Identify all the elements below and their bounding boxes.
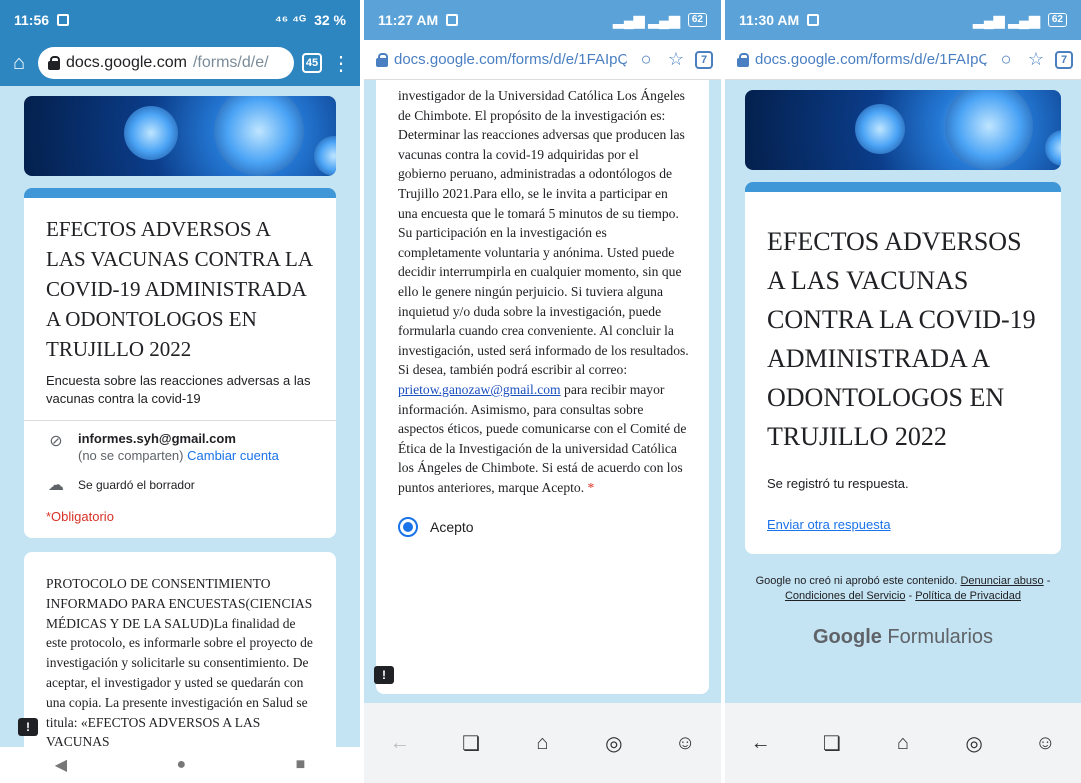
status-bar: 11:30 AM ▂▄▆ ▂▄▆ 62 — [725, 0, 1081, 40]
address-field[interactable]: docs.google.com/forms/d/e/1FAIpQLS — [372, 45, 627, 74]
nav-home-icon[interactable]: ● — [176, 756, 186, 774]
url-host: docs.google.com — [66, 54, 187, 71]
browser-bottom-nav: ← ❏ ⌂ ◎ ☺ — [725, 703, 1081, 783]
switch-account-link[interactable]: Cambiar cuenta — [187, 448, 279, 463]
battery-level: 62 — [1047, 13, 1067, 27]
back-icon[interactable]: ← — [746, 732, 776, 755]
status-time: 11:30 AM — [739, 12, 800, 28]
tab-count-button[interactable]: 45 — [302, 53, 322, 73]
account-row: ⊘ informes.syh@gmail.com (no se comparte… — [24, 421, 336, 463]
consent-card: investigador de la Universidad Católica … — [376, 80, 709, 694]
profile-icon[interactable]: ☺ — [670, 732, 700, 755]
send-another-link[interactable]: Enviar otra respuesta — [767, 517, 891, 532]
panel-form-start: 11:56 ⁴⁶ ⁴ᴳ 32 % ⌂ docs.google.com/forms/… — [0, 0, 360, 783]
form-header-image — [24, 96, 336, 176]
browser-bottom-nav: ← ❏ ⌂ ◎ ☺ — [364, 703, 721, 783]
address-field[interactable]: docs.google.com/forms/d/e/1FAIpQLS — [733, 45, 987, 74]
url-bar: ⌂ docs.google.com/forms/d/e/ 45 ⋮ — [0, 40, 360, 86]
tab-count-button[interactable]: 7 — [695, 50, 713, 69]
report-abuse-link[interactable]: Denunciar abuso — [960, 575, 1043, 587]
home-icon[interactable]: ⌂ — [8, 52, 30, 75]
form-title: EFECTOS ADVERSOS A LAS VACUNAS CONTRA LA… — [46, 217, 312, 361]
eye-off-icon: ⊘ — [49, 433, 63, 450]
notification-icon — [807, 14, 820, 26]
researcher-email-link[interactable]: prietow.ganozaw@gmail.com — [398, 382, 561, 397]
feedback-icon[interactable]: ! — [374, 666, 394, 684]
menu-dots-icon[interactable]: ⋮ — [330, 51, 352, 76]
battery-level: 32 % — [314, 12, 346, 28]
status-bar: 11:56 ⁴⁶ ⁴ᴳ 32 % — [0, 0, 360, 40]
status-time: 11:27 AM — [378, 12, 439, 28]
forms-footer: Google no creó ni aprobó este contenido.… — [755, 575, 1051, 602]
profile-icon[interactable]: ☺ — [1030, 732, 1060, 755]
notification-icon — [57, 14, 70, 26]
form-title: EFECTOS ADVERSOS A LAS VACUNAS CONTRA LA… — [767, 227, 1036, 451]
status-extra: ⁴⁶ ⁴ᴳ — [274, 12, 307, 28]
draft-row: ☁ Se guardó el borrador — [24, 463, 336, 495]
lock-icon — [48, 56, 60, 70]
required-note: *Obligatorio — [46, 509, 114, 524]
form-description: Encuesta sobre las reacciones adversas a… — [46, 373, 311, 406]
response-saved-text: Se registró tu respuesta. — [767, 476, 909, 491]
url-bar: docs.google.com/forms/d/e/1FAIpQLS ○ ☆ 7 — [364, 40, 721, 80]
panel-confirmation: 11:30 AM ▂▄▆ ▂▄▆ 62 docs.google.com/forms… — [725, 0, 1081, 783]
google-forms-logo: Google Formularios — [725, 626, 1081, 649]
form-title-card: EFECTOS ADVERSOS A LAS VACUNAS CONTRA LA… — [24, 188, 336, 538]
consent-body: investigador de la Universidad Católica … — [398, 88, 689, 378]
game-icon[interactable]: ◎ — [599, 731, 629, 756]
required-asterisk: * — [584, 479, 595, 495]
star-icon[interactable]: ☆ — [665, 49, 687, 70]
url-text: docs.google.com/forms/d/e/1FAIpQLS — [394, 51, 627, 68]
system-nav: ◀ ● ■ — [0, 747, 360, 783]
privacy-link[interactable]: Política de Privacidad — [915, 590, 1021, 602]
brand-google: Google — [812, 626, 882, 648]
consent-text: PROTOCOLO DE CONSENTIMIENTO INFORMADO PA… — [46, 576, 313, 750]
battery-level: 62 — [687, 13, 707, 27]
account-email: informes.syh@gmail.com — [78, 431, 236, 446]
status-bar: 11:27 AM ▂▄▆ ▂▄▆ 62 — [364, 0, 721, 40]
feedback-icon[interactable]: ! — [18, 718, 38, 736]
lock-icon — [737, 52, 749, 67]
confirmation-card: EFECTOS ADVERSOS A LAS VACUNAS CONTRA LA… — [745, 182, 1061, 554]
reload-icon[interactable]: ○ — [635, 49, 657, 70]
form-header-image — [745, 90, 1061, 170]
game-icon[interactable]: ◎ — [959, 731, 989, 756]
signal-icon: ▂▄▆ ▂▄▆ — [973, 11, 1040, 28]
option-label: Acepto — [430, 519, 474, 536]
not-shared-note: (no se comparten) — [78, 448, 184, 463]
status-time: 11:56 — [14, 12, 50, 28]
reload-icon[interactable]: ○ — [995, 49, 1017, 70]
brand-forms: Formularios — [881, 626, 994, 648]
radio-selected-icon[interactable] — [398, 517, 418, 538]
book-icon[interactable]: ❏ — [456, 731, 486, 756]
nav-back-icon[interactable]: ◀ — [55, 755, 67, 775]
back-icon[interactable]: ← — [385, 732, 415, 755]
url-text: docs.google.com/forms/d/e/1FAIpQLS — [755, 51, 987, 68]
draft-saved-text: Se guardó el borrador — [78, 478, 195, 492]
panel-consent: 11:27 AM ▂▄▆ ▂▄▆ 62 docs.google.com/forms… — [364, 0, 721, 783]
url-path: /forms/d/e/ — [192, 54, 269, 71]
home-tab-icon[interactable]: ⌂ — [527, 732, 557, 755]
star-icon[interactable]: ☆ — [1025, 49, 1047, 70]
terms-link[interactable]: Condiciones del Servicio — [785, 590, 905, 602]
book-icon[interactable]: ❏ — [817, 731, 847, 756]
tab-count-button[interactable]: 7 — [1055, 50, 1073, 69]
nav-recents-icon[interactable]: ■ — [296, 756, 306, 774]
disclaimer-text: Google no creó ni aprobó este contenido. — [755, 575, 958, 587]
consent-body-end: para recibir mayor información. Asimismo… — [398, 381, 687, 495]
url-bar: docs.google.com/forms/d/e/1FAIpQLS ○ ☆ 7 — [725, 40, 1081, 80]
option-acepto[interactable]: Acepto — [398, 517, 689, 538]
cloud-check-icon: ☁ — [48, 477, 64, 494]
consent-text: investigador de la Universidad Católica … — [398, 86, 689, 497]
home-tab-icon[interactable]: ⌂ — [888, 732, 918, 755]
notification-icon — [446, 14, 459, 26]
lock-icon — [376, 52, 388, 67]
address-field[interactable]: docs.google.com/forms/d/e/ — [38, 47, 294, 79]
signal-icon: ▂▄▆ ▂▄▆ — [613, 11, 680, 28]
